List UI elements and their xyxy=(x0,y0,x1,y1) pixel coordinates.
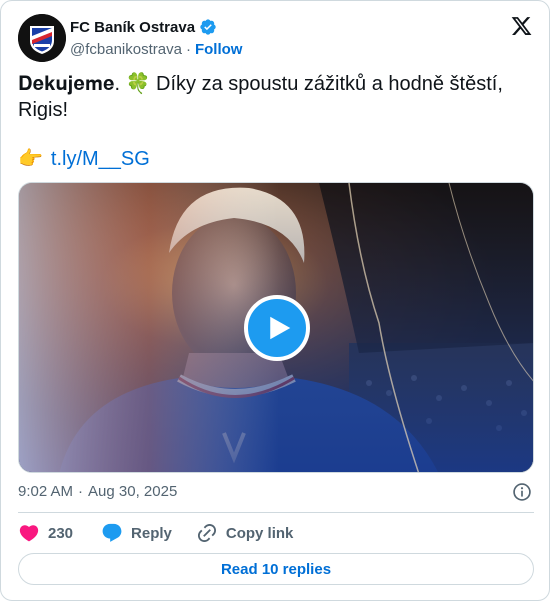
play-icon xyxy=(270,316,291,340)
tweet-link-line: 👉 t.ly/M__SG xyxy=(18,146,150,172)
account-name-row: FC Baník Ostrava xyxy=(70,17,217,37)
play-button[interactable] xyxy=(244,295,310,361)
separator-dot: · xyxy=(185,40,191,58)
tweet-text: 𝐃𝐞𝐤𝐮𝐣𝐞𝐦𝐞. 🍀 Díky za spoustu zážitků a ho… xyxy=(18,71,528,123)
verified-badge-icon xyxy=(199,18,217,36)
read-replies-button[interactable]: Read 10 replies xyxy=(18,553,534,585)
tweet-link[interactable]: t.ly/M__SG xyxy=(51,146,150,172)
info-icon[interactable] xyxy=(512,482,532,502)
tweet-date: Aug 30, 2025 xyxy=(88,483,178,500)
timestamp-separator: · xyxy=(78,483,84,500)
heart-icon xyxy=(19,525,39,542)
copy-link-label: Copy link xyxy=(225,524,294,542)
divider xyxy=(18,512,534,513)
video-media[interactable] xyxy=(18,182,534,473)
reply-button[interactable]: Reply xyxy=(101,522,172,544)
club-crest-icon xyxy=(18,14,66,62)
follow-button[interactable]: Follow xyxy=(195,41,243,58)
link-icon xyxy=(197,523,216,543)
tweet-text-line-2: Rigis! xyxy=(18,99,69,121)
reply-label: Reply xyxy=(131,524,172,542)
like-button[interactable]: 230 xyxy=(18,522,73,544)
x-logo-icon[interactable] xyxy=(510,15,533,37)
tweet-time: 9:02 AM xyxy=(18,483,74,500)
pointing-hand-icon: 👉 xyxy=(18,148,43,170)
avatar[interactable] xyxy=(18,14,66,62)
tweet-actions: 230 Reply Copy link xyxy=(18,521,317,545)
tweet-card: FC Baník Ostrava @fcbanikostrava · Follo… xyxy=(0,0,550,601)
tweet-timestamp[interactable]: 9:02 AM · Aug 30, 2025 xyxy=(18,483,177,500)
like-count: 230 xyxy=(48,524,74,542)
copy-link-button[interactable]: Copy link xyxy=(196,522,294,544)
handle-row: @fcbanikostrava · Follow xyxy=(70,39,242,59)
tweet-text-line-1: 𝐃𝐞𝐤𝐮𝐣𝐞𝐦𝐞. 🍀 Díky za spoustu zážitků a ho… xyxy=(18,73,503,95)
account-name[interactable]: FC Baník Ostrava xyxy=(70,19,195,36)
speech-bubble-icon xyxy=(102,523,122,542)
account-handle[interactable]: @fcbanikostrava xyxy=(70,41,182,58)
